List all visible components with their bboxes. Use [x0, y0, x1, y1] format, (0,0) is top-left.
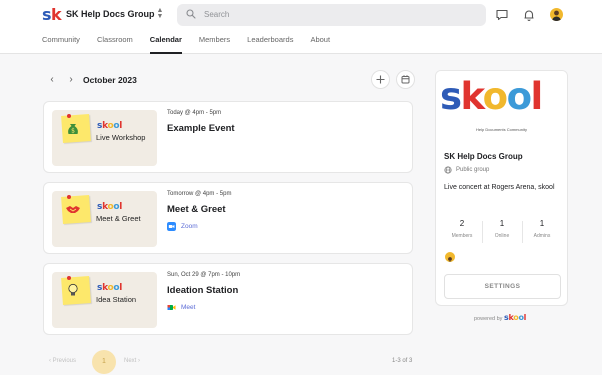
svg-text:$: $: [71, 128, 75, 135]
calendar-view-button[interactable]: [396, 70, 415, 89]
event-location[interactable]: Zoom: [167, 222, 198, 231]
user-avatar[interactable]: [550, 8, 563, 21]
event-time: Tomorrow @ 4pm - 5pm: [167, 191, 232, 197]
chevron-left-icon[interactable]: ‹: [46, 74, 58, 86]
tab-community[interactable]: Community: [42, 35, 80, 54]
search-placeholder: Search: [204, 10, 230, 19]
main-tabs: Community Classroom Calendar Members Lea…: [42, 35, 347, 54]
tab-members[interactable]: Members: [199, 35, 230, 54]
search-icon: [186, 9, 196, 19]
event-title[interactable]: Meet & Greet: [167, 204, 226, 215]
event-title[interactable]: Ideation Station: [167, 285, 238, 296]
group-description: Live concert at Rogers Arena, skool: [444, 184, 555, 191]
group-stats: 2 Members 1 Online 1 Admins: [436, 219, 567, 247]
handshake-icon: [66, 206, 80, 213]
event-location[interactable]: Meet: [167, 303, 195, 312]
add-event-button[interactable]: [371, 70, 390, 89]
pagination-page-1[interactable]: 1: [92, 350, 116, 374]
event-time: Today @ 4pm - 5pm: [167, 110, 222, 116]
pin-icon: [67, 195, 71, 199]
calendar-icon: [401, 75, 410, 84]
cover-tagline: Help Documents Community: [476, 127, 527, 132]
tab-classroom[interactable]: Classroom: [97, 35, 133, 54]
thumbnail-brand: skool: [97, 283, 123, 293]
pagination-count: 1-3 of 3: [392, 358, 413, 364]
google-meet-icon: [167, 305, 176, 310]
plus-icon: [376, 75, 385, 84]
thumbnail-label: Meet & Greet: [96, 214, 141, 223]
cover-logo: skool: [440, 75, 543, 118]
powered-by[interactable]: powered by skool: [474, 313, 526, 322]
chat-icon[interactable]: [495, 8, 509, 22]
stat-members[interactable]: 2 Members: [442, 219, 482, 239]
event-location-label: Zoom: [181, 223, 198, 230]
event-thumbnail: skool Idea Station: [52, 272, 157, 328]
powered-by-logo: skool: [503, 313, 527, 322]
group-privacy-label: Public group: [456, 167, 490, 173]
pin-icon: [67, 276, 71, 280]
thumbnail-label: Live Workshop: [96, 133, 146, 142]
search-input[interactable]: Search: [177, 4, 486, 26]
thumbnail-brand: skool: [97, 202, 123, 212]
chevron-right-icon[interactable]: ›: [65, 74, 77, 86]
event-card[interactable]: skool Meet & Greet Tomorrow @ 4pm - 5pm …: [43, 182, 413, 254]
pagination-next[interactable]: Next ›: [124, 358, 140, 364]
thumbnail-brand: skool: [97, 121, 123, 131]
settings-button[interactable]: SETTINGS: [444, 274, 561, 299]
thumbnail-label: Idea Station: [96, 295, 137, 304]
lightbulb-icon: [68, 283, 78, 296]
zoom-icon: [167, 222, 176, 231]
event-card[interactable]: skool Idea Station Sun, Oct 29 @ 7pm - 1…: [43, 263, 413, 335]
event-thumbnail: $ skool Live Workshop: [52, 110, 157, 166]
event-title[interactable]: Example Event: [167, 123, 235, 134]
event-thumbnail: skool Meet & Greet: [52, 191, 157, 247]
group-name-title: SK Help Docs Group: [444, 152, 523, 161]
top-header: sk SK Help Docs Group ▲ ▼ Search Communit…: [0, 0, 602, 54]
group-privacy: Public group: [444, 166, 489, 174]
group-name[interactable]: SK Help Docs Group: [66, 9, 155, 19]
member-avatar[interactable]: [445, 252, 455, 262]
tab-about[interactable]: About: [310, 35, 330, 54]
switch-group-icon[interactable]: ▲ ▼: [155, 7, 165, 22]
tab-leaderboards[interactable]: Leaderboards: [247, 35, 293, 54]
group-cover-image: skool Help Documents Community: [436, 71, 567, 141]
current-month: October 2023: [83, 75, 137, 85]
event-time: Sun, Oct 29 @ 7pm - 10pm: [167, 272, 241, 278]
stat-admins[interactable]: 1 Admins: [522, 219, 562, 239]
stat-online[interactable]: 1 Online: [482, 219, 522, 239]
event-location-label: Meet: [181, 304, 196, 311]
event-card[interactable]: $ skool Live Workshop Today @ 4pm - 5pm …: [43, 101, 413, 173]
pagination-previous[interactable]: ‹ Previous: [49, 358, 76, 364]
pin-icon: [67, 114, 71, 118]
tab-calendar[interactable]: Calendar: [149, 35, 183, 54]
globe-icon: [444, 166, 452, 174]
money-bag-icon: $: [68, 124, 78, 135]
group-about-panel: skool Help Documents Community SK Help D…: [435, 70, 568, 306]
group-logo[interactable]: sk: [42, 5, 62, 25]
notification-bell-icon[interactable]: [522, 8, 536, 22]
